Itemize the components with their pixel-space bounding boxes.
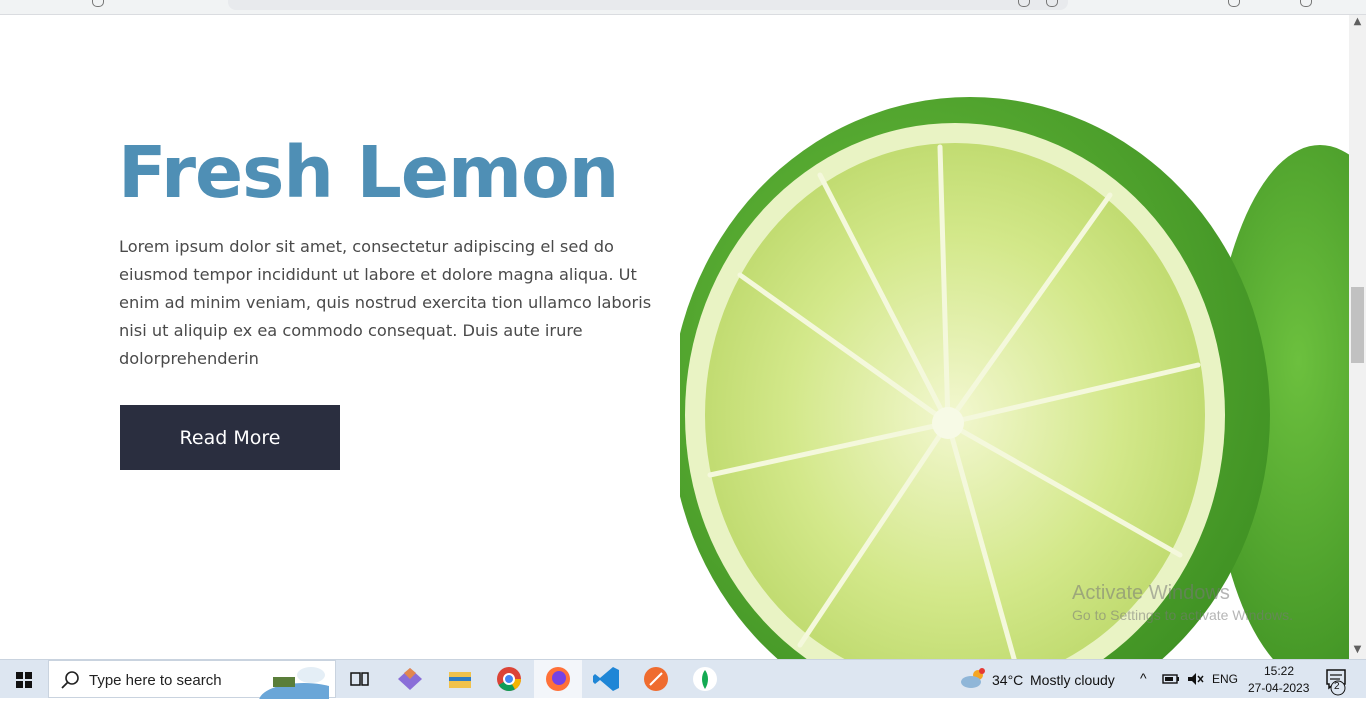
mongodb-icon xyxy=(693,667,717,691)
start-button[interactable] xyxy=(0,660,48,698)
search-placeholder: Type here to search xyxy=(89,672,222,689)
read-more-button[interactable]: Read More xyxy=(120,405,340,470)
volume-muted-icon[interactable] xyxy=(1186,671,1204,687)
firefox-icon xyxy=(546,667,570,691)
git-app-button[interactable] xyxy=(386,660,434,698)
postman-icon xyxy=(644,667,668,691)
lime-core-shape xyxy=(932,407,964,439)
weather-temperature[interactable]: 34°C xyxy=(992,672,1023,688)
activate-windows-title: Activate Windows xyxy=(1072,582,1230,604)
notification-icon xyxy=(1326,669,1346,696)
scroll-thumb[interactable] xyxy=(1351,287,1364,363)
file-explorer-button[interactable] xyxy=(436,660,484,698)
notification-center-button[interactable]: 2 xyxy=(1318,660,1366,698)
lime-image xyxy=(680,97,1349,659)
git-icon xyxy=(398,668,422,690)
vscode-icon xyxy=(593,667,619,691)
chrome-button[interactable] xyxy=(485,660,533,698)
reload-icon[interactable] xyxy=(92,0,104,7)
windows-start-icon xyxy=(16,672,32,688)
firefox-button[interactable] xyxy=(534,660,582,698)
file-explorer-icon xyxy=(449,672,471,688)
menu-icon[interactable] xyxy=(1228,0,1240,7)
battery-icon[interactable] xyxy=(1162,672,1180,686)
address-bar[interactable] xyxy=(228,0,1068,10)
vertical-scrollbar[interactable]: ▲ ▼ xyxy=(1349,15,1366,659)
notification-count: 2 xyxy=(1334,681,1340,692)
search-highlight-icon xyxy=(259,667,329,699)
mongodb-button[interactable] xyxy=(681,660,729,698)
task-view-button[interactable] xyxy=(336,660,384,698)
task-view-icon xyxy=(350,672,369,686)
chevron-up-icon[interactable]: ^ xyxy=(1140,670,1147,686)
weather-icon[interactable] xyxy=(958,667,988,691)
vscode-button[interactable] xyxy=(583,660,631,698)
scroll-down-icon[interactable]: ▼ xyxy=(1349,643,1366,657)
browser-toolbar xyxy=(0,0,1366,15)
language-indicator[interactable]: ENG xyxy=(1212,672,1238,686)
weather-condition[interactable]: Mostly cloudy xyxy=(1030,672,1115,688)
hero-title: Fresh Lemon xyxy=(118,131,619,214)
search-icon xyxy=(61,671,79,689)
postman-button[interactable] xyxy=(632,660,680,698)
window-icon[interactable] xyxy=(1300,0,1312,7)
page-content: Fresh Lemon Lorem ipsum dolor sit amet, … xyxy=(0,15,1349,659)
taskbar-search-input[interactable]: Type here to search xyxy=(48,660,336,699)
chrome-icon xyxy=(497,667,521,692)
scroll-up-icon[interactable]: ▲ xyxy=(1349,15,1366,29)
taskbar: Type here to search 34°C Mostly cloudy ^… xyxy=(0,659,1366,699)
activate-windows-subtitle: Go to Settings to activate Windows. xyxy=(1072,607,1293,623)
clock-date[interactable]: 27-04-2023 xyxy=(1248,681,1309,695)
hero-description: Lorem ipsum dolor sit amet, consectetur … xyxy=(119,237,652,368)
clock-time[interactable]: 15:22 xyxy=(1264,664,1294,678)
